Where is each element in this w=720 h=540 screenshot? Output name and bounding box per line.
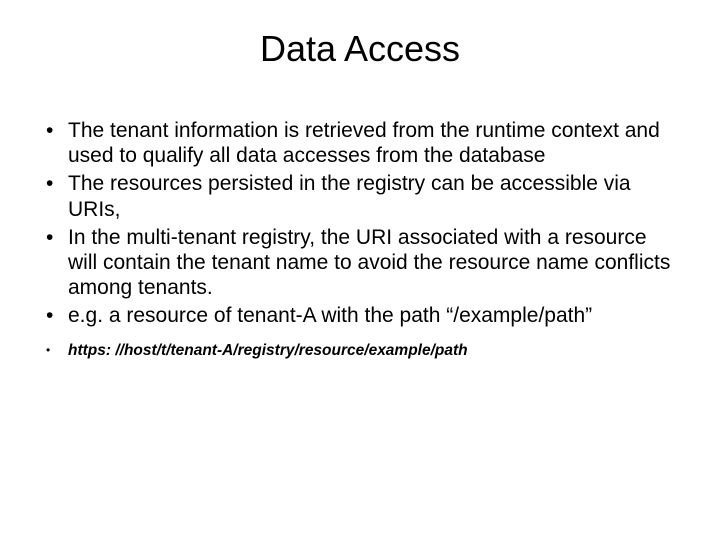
bullet-list: The tenant information is retrieved from… <box>40 118 680 361</box>
list-item: The resources persisted in the registry … <box>40 171 680 221</box>
list-item-uri: https: //host/t/tenant-A/registry/resour… <box>40 341 680 361</box>
page-title: Data Access <box>40 28 680 70</box>
slide: Data Access The tenant information is re… <box>0 0 720 540</box>
list-item: The tenant information is retrieved from… <box>40 118 680 168</box>
list-item: e.g. a resource of tenant-A with the pat… <box>40 303 680 328</box>
list-item: In the multi-tenant registry, the URI as… <box>40 225 680 301</box>
